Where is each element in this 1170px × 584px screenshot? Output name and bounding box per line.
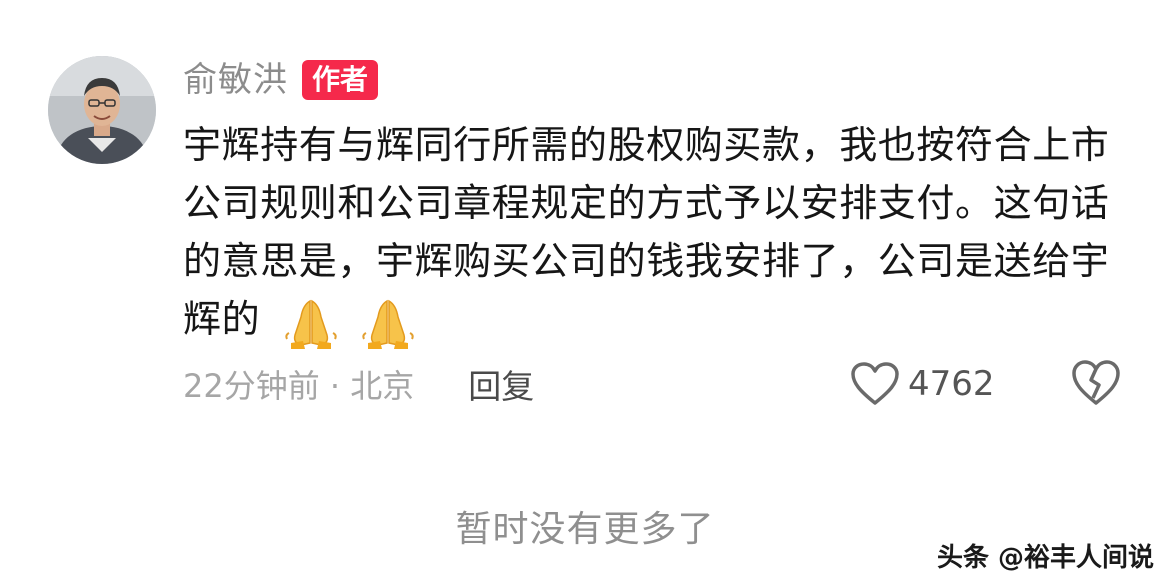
reply-button[interactable]: 回复 [468,360,534,408]
like-button[interactable]: 4762 [850,358,995,410]
emoji-group [283,292,424,352]
pray-emoji-icon [361,299,414,350]
comment-body: 宇辉持有与辉同行所需的股权购买款，我也按符合上市公司规则和公司章程规定的方式予以… [183,116,1113,351]
comment-screen: 俞敏洪 作者 宇辉持有与辉同行所需的股权购买款，我也按符合上市公司规则和公司章程… [0,0,1170,584]
author-avatar[interactable] [48,56,156,164]
author-badge: 作者 [302,60,379,100]
broken-heart-icon [1072,360,1120,405]
like-count: 4762 [908,364,995,404]
avatar-photo-icon [48,56,156,164]
dislike-button[interactable] [1070,358,1122,410]
author-row: 俞敏洪 作者 [183,56,379,104]
heart-outline-icon [851,362,899,405]
watermark: 头条 @裕丰人间说 [936,543,1154,573]
author-name[interactable]: 俞敏洪 [183,56,288,104]
comment-meta: 22分钟前 · 北京 回复 [183,360,534,408]
pray-emoji-icon [285,299,337,350]
time-location: 22分钟前 · 北京 [183,367,415,405]
